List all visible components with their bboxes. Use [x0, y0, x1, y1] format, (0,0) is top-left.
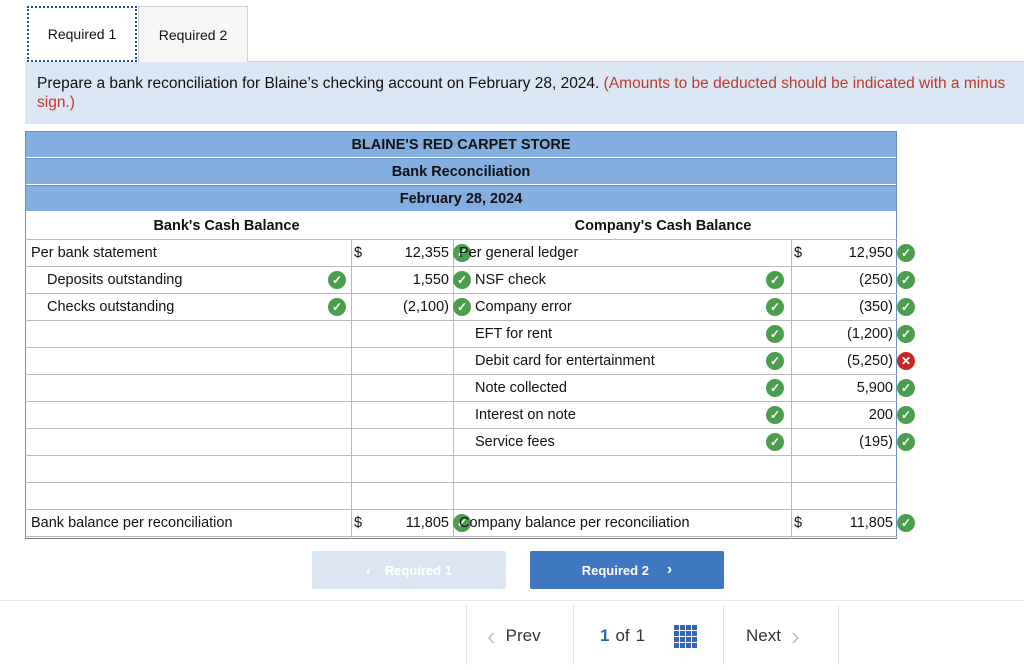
check-icon: ✓ — [897, 514, 915, 532]
bank-row-label[interactable]: Checks outstanding — [47, 294, 347, 320]
chevron-left-icon: ‹ — [366, 562, 371, 578]
prev-required-button[interactable]: ‹ Required 1 — [312, 551, 506, 589]
company-amount-input[interactable]: (350) — [805, 294, 893, 320]
footer-divider — [0, 600, 1024, 601]
grid-view-button[interactable] — [674, 620, 697, 652]
company-row-label[interactable]: NSF check — [475, 267, 775, 293]
total-pages: 1 — [635, 626, 646, 645]
grid-line — [351, 239, 352, 539]
company-amount-input[interactable]: 11,805 — [805, 510, 893, 536]
company-row-label[interactable]: Note collected — [475, 375, 775, 401]
company-row-label[interactable]: Interest on note — [475, 402, 775, 428]
bank-amount-input[interactable]: 1,550 — [365, 267, 449, 293]
check-icon: ✓ — [766, 379, 784, 397]
check-icon: ✓ — [897, 433, 915, 451]
check-icon: ✓ — [897, 298, 915, 316]
tab-required-2[interactable]: Required 2 — [138, 6, 248, 62]
current-page: 1 — [600, 626, 610, 645]
page-of: of — [615, 626, 630, 645]
company-amount-input[interactable]: (195) — [805, 429, 893, 455]
check-icon: ✓ — [766, 406, 784, 424]
check-icon: ✓ — [897, 325, 915, 343]
table-border — [25, 538, 897, 539]
check-icon: ✓ — [897, 271, 915, 289]
next-required-label: Required 2 — [581, 562, 649, 578]
reconciliation-table: BLAINE'S RED CARPET STORE Bank Reconcili… — [25, 131, 915, 539]
company-row-label[interactable]: Company error — [475, 294, 775, 320]
grid-line — [791, 239, 792, 539]
company-row-label[interactable]: Per general ledger — [459, 240, 759, 266]
check-icon: ✓ — [897, 406, 915, 424]
next-page-label: Next — [746, 626, 781, 645]
table-border — [25, 131, 26, 539]
bank-amount-input[interactable]: 12,355 — [365, 240, 449, 266]
pager-separator — [838, 605, 839, 665]
check-icon: ✓ — [766, 433, 784, 451]
check-icon: ✓ — [766, 352, 784, 370]
prev-page-button[interactable]: ‹ Prev — [487, 620, 541, 652]
bank-column-header: Bank's Cash Balance — [153, 218, 300, 234]
bank-row-label[interactable]: Bank balance per reconciliation — [31, 510, 331, 536]
bank-amount-input[interactable]: 11,805 — [365, 510, 449, 536]
grid-line — [25, 536, 897, 537]
chevron-right-icon: › — [666, 561, 673, 578]
company-amount-input[interactable]: (1,200) — [805, 321, 893, 347]
check-icon: ✓ — [766, 325, 784, 343]
pager-separator — [466, 605, 467, 665]
next-page-button[interactable]: Next › — [746, 620, 800, 652]
chevron-left-icon: ‹ — [487, 621, 496, 651]
instruction-panel: Prepare a bank reconciliation for Blaine… — [25, 62, 1024, 124]
company-amount-input[interactable]: 12,950 — [805, 240, 893, 266]
company-name: BLAINE'S RED CARPET STORE — [25, 131, 897, 157]
check-icon: ✓ — [897, 379, 915, 397]
tab-label: Required 2 — [158, 26, 228, 43]
error-x-icon: ✕ — [897, 352, 915, 370]
bank-row-label[interactable]: Deposits outstanding — [47, 267, 347, 293]
pager-separator — [573, 605, 574, 665]
grid-line — [25, 482, 897, 483]
report-title: Bank Reconciliation — [25, 158, 897, 184]
bank-row-label[interactable]: Per bank statement — [31, 240, 331, 266]
grid-line — [25, 455, 897, 456]
next-required-button[interactable]: Required 2 › — [530, 551, 724, 589]
check-icon: ✓ — [453, 271, 471, 289]
check-icon: ✓ — [328, 298, 346, 316]
company-row-label[interactable]: Debit card for entertainment — [475, 348, 775, 374]
pager-separator — [723, 605, 724, 665]
grid-icon — [674, 624, 697, 648]
company-row-label[interactable]: Company balance per reconciliation — [459, 510, 759, 536]
check-icon: ✓ — [766, 271, 784, 289]
check-icon: ✓ — [328, 271, 346, 289]
tab-required-1[interactable]: Required 1 — [27, 6, 137, 62]
company-amount-input[interactable]: (5,250) — [805, 348, 893, 374]
instruction-text: Prepare a bank reconciliation for Blaine… — [37, 75, 600, 92]
company-amount-input[interactable]: 200 — [805, 402, 893, 428]
company-amount-input[interactable]: 5,900 — [805, 375, 893, 401]
tab-label: Required 1 — [47, 26, 117, 42]
chevron-right-icon: › — [790, 621, 800, 651]
check-icon: ✓ — [766, 298, 784, 316]
company-column-header: Company's Cash Balance — [574, 218, 752, 234]
company-row-label[interactable]: Service fees — [475, 429, 775, 455]
report-date: February 28, 2024 — [25, 185, 897, 211]
company-amount-input[interactable]: (250) — [805, 267, 893, 293]
prev-page-label: Prev — [505, 626, 541, 645]
check-icon: ✓ — [453, 298, 471, 316]
company-row-label[interactable]: EFT for rent — [475, 321, 775, 347]
prev-required-label: Required 1 — [384, 562, 452, 578]
check-icon: ✓ — [897, 244, 915, 262]
bank-amount-input[interactable]: (2,100) — [365, 294, 449, 320]
page-indicator: 1 of 1 — [600, 620, 645, 652]
